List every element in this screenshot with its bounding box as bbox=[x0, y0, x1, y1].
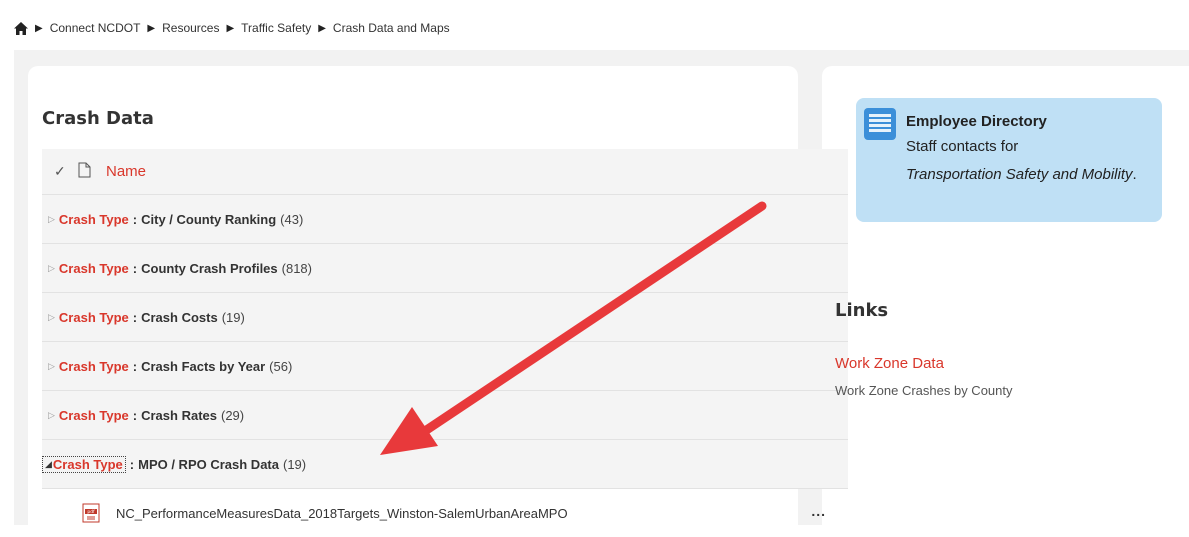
group-row[interactable]: ▷ Crash Type : Crash Costs (19) bbox=[42, 293, 848, 342]
breadcrumb-separator-icon: ▶ bbox=[147, 22, 156, 34]
employee-directory-box[interactable]: Employee Directory Staff contacts for Tr… bbox=[856, 98, 1162, 222]
checkmark-icon[interactable]: ✓ bbox=[54, 163, 70, 180]
group-count: (29) bbox=[220, 407, 245, 423]
breadcrumb-item-connect-ncdot[interactable]: Connect NCDOT bbox=[50, 21, 141, 35]
expand-triangle-icon[interactable]: ▷ bbox=[48, 214, 55, 225]
svg-text:pdf: pdf bbox=[87, 509, 95, 515]
employee-directory-unit-name: Transportation Safety and Mobility bbox=[906, 166, 1133, 183]
list-icon bbox=[864, 108, 896, 140]
group-row[interactable]: ▷ Crash Type : City / County Ranking (43… bbox=[42, 195, 848, 244]
group-count: (818) bbox=[281, 260, 312, 276]
group-count: (19) bbox=[221, 309, 245, 325]
home-icon[interactable] bbox=[14, 21, 28, 35]
group-count: (19) bbox=[282, 456, 307, 472]
employee-directory-title[interactable]: Employee Directory bbox=[906, 113, 1047, 130]
group-name: Crash Costs bbox=[141, 309, 218, 325]
work-zone-data-link[interactable]: Work Zone Data bbox=[835, 355, 944, 372]
group-name: County Crash Profiles bbox=[141, 260, 278, 276]
employee-directory-text: Staff contacts for bbox=[906, 138, 1019, 155]
links-heading: Links bbox=[835, 300, 889, 321]
group-name: Crash Facts by Year bbox=[141, 358, 266, 374]
group-separator: : bbox=[129, 456, 135, 472]
group-name: City / County Ranking bbox=[141, 211, 277, 227]
group-toggle-focused[interactable]: ◢ Crash Type bbox=[42, 455, 126, 473]
document-icon bbox=[78, 162, 94, 182]
group-separator: : bbox=[132, 407, 138, 423]
group-row-expanded[interactable]: ◢ Crash Type : MPO / RPO Crash Data (19) bbox=[42, 440, 848, 489]
group-type-label: Crash Type bbox=[58, 407, 129, 423]
group-row[interactable]: ▷ Crash Type : Crash Facts by Year (56) bbox=[42, 342, 848, 391]
expand-triangle-icon[interactable]: ▷ bbox=[48, 410, 55, 421]
group-separator: : bbox=[132, 260, 138, 276]
file-name-link[interactable]: NC_PerformanceMeasuresData_2018Targets_W… bbox=[116, 506, 568, 521]
breadcrumb-item-resources[interactable]: Resources bbox=[162, 21, 219, 35]
group-type-label: Crash Type bbox=[52, 456, 123, 472]
collapse-triangle-icon[interactable]: ◢ bbox=[45, 459, 52, 470]
group-row[interactable]: ▷ Crash Type : County Crash Profiles (81… bbox=[42, 244, 848, 293]
group-name: MPO / RPO Crash Data bbox=[138, 456, 279, 472]
pdf-icon: pdf bbox=[82, 503, 100, 523]
column-header-name[interactable]: Name bbox=[106, 163, 146, 180]
employee-directory-unit: Transportation Safety and Mobility. bbox=[906, 163, 1146, 187]
breadcrumb-item-crash-data-maps: Crash Data and Maps bbox=[332, 21, 450, 35]
group-separator: : bbox=[132, 211, 138, 227]
group-count: (43) bbox=[280, 211, 304, 227]
breadcrumb-separator-icon: ▶ bbox=[318, 22, 326, 34]
expand-triangle-icon[interactable]: ▷ bbox=[48, 312, 55, 323]
group-separator: : bbox=[132, 358, 138, 374]
employee-directory-period: . bbox=[1132, 166, 1137, 183]
page-title: Crash Data bbox=[42, 108, 154, 129]
work-zone-data-description: Work Zone Crashes by County bbox=[835, 383, 1013, 398]
group-count: (56) bbox=[269, 358, 293, 374]
group-row[interactable]: ▷ Crash Type : Crash Rates (29) bbox=[42, 391, 848, 440]
group-type-label: Crash Type bbox=[58, 211, 129, 227]
group-name: Crash Rates bbox=[141, 407, 217, 423]
group-type-label: Crash Type bbox=[58, 260, 129, 276]
breadcrumb: ▶ Connect NCDOT ▶ Resources ▶ Traffic Sa… bbox=[14, 14, 450, 42]
expand-triangle-icon[interactable]: ▷ bbox=[48, 263, 55, 274]
file-row[interactable]: pdf NC_PerformanceMeasuresData_2018Targe… bbox=[42, 489, 848, 537]
expand-triangle-icon[interactable]: ▷ bbox=[48, 361, 55, 372]
breadcrumb-separator-icon: ▶ bbox=[35, 22, 43, 34]
document-library-list: ✓ Name ▷ Crash Type : City / County Rank… bbox=[42, 149, 848, 537]
breadcrumb-item-traffic-safety[interactable]: Traffic Safety bbox=[241, 21, 311, 35]
list-header: ✓ Name bbox=[42, 149, 848, 195]
group-separator: : bbox=[132, 309, 138, 325]
breadcrumb-separator-icon: ▶ bbox=[226, 22, 235, 34]
group-type-label: Crash Type bbox=[58, 358, 129, 374]
more-options-button[interactable]: ... bbox=[811, 503, 826, 519]
group-type-label: Crash Type bbox=[58, 309, 129, 325]
